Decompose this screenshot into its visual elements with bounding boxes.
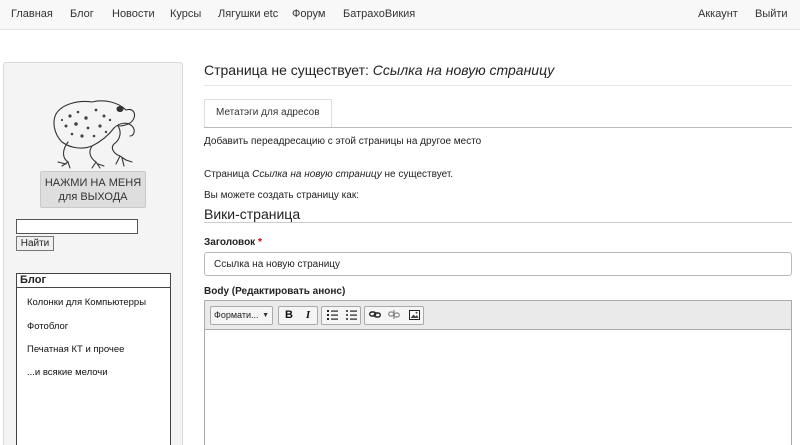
format-dropdown[interactable]: Формати... ▼: [210, 306, 273, 325]
notexist-prefix: Страница: [204, 169, 253, 180]
editor-toolbar: Формати... ▼ B I: [205, 301, 791, 330]
nav-logout[interactable]: Выйти: [755, 8, 788, 20]
blog-block-title: Блог: [17, 274, 170, 288]
title-field-label: Заголовок *: [204, 237, 262, 248]
body-field-label: Body (Редактировать анонс): [204, 286, 346, 297]
blog-link-computerra[interactable]: Колонки для Компьютерры: [27, 297, 146, 308]
title-label-text: Заголовок: [204, 237, 256, 248]
nav-account[interactable]: Аккаунт: [698, 8, 738, 20]
dropdown-caret-icon: ▼: [262, 312, 269, 319]
link-icon[interactable]: [366, 307, 384, 324]
nav-batrachowiki[interactable]: БатрахоВикия: [343, 8, 415, 20]
format-dropdown-label: Формати...: [214, 310, 259, 320]
page-title-link: Ссылка на новую страницу: [372, 62, 555, 78]
text-style-group: B I: [278, 306, 318, 325]
wiki-page-heading: Вики-страница: [204, 206, 301, 222]
unlink-icon[interactable]: [385, 307, 403, 324]
notexist-link: Ссылка на новую страницу: [252, 169, 382, 180]
tab-divider: [204, 127, 792, 128]
nav-blog[interactable]: Блог: [70, 8, 94, 20]
exit-button[interactable]: НАЖМИ НА МЕНЯ для ВЫХОДА: [40, 171, 146, 208]
insert-group: [364, 306, 424, 325]
bullet-list-icon[interactable]: [342, 307, 360, 324]
numbered-list-icon[interactable]: [323, 307, 341, 324]
title-divider: [204, 85, 792, 86]
body-editor[interactable]: Формати... ▼ B I: [204, 300, 792, 445]
image-icon[interactable]: [405, 307, 423, 324]
top-navigation-bar: Главная Блог Новости Курсы Лягушки etc Ф…: [0, 0, 800, 30]
search-input[interactable]: [16, 219, 138, 234]
frog-logo: [53, 100, 136, 169]
nav-forum[interactable]: Форум: [292, 8, 325, 20]
page-title: Страница не существует: Ссылка на новую …: [204, 62, 554, 78]
sidebar: НАЖМИ НА МЕНЯ для ВЫХОДА Найти Блог Коло…: [3, 62, 183, 445]
notexist-suffix: не существует.: [381, 169, 454, 180]
page-not-exist-message: Страница Ссылка на новую страницу не сущ…: [204, 169, 453, 180]
add-redirect-link[interactable]: Добавить переадресацию с этой страницы н…: [204, 136, 481, 147]
blog-link-misc[interactable]: ...и всякие мелочи: [27, 367, 108, 378]
create-as-text: Вы можете создать страницу как:: [204, 190, 359, 201]
blog-link-photoblog[interactable]: Фотоблог: [27, 321, 68, 332]
exit-button-line1: НАЖМИ НА МЕНЯ: [44, 177, 142, 189]
exit-button-line2: для ВЫХОДА: [58, 191, 128, 203]
section-divider: [204, 222, 792, 223]
required-mark: *: [257, 237, 262, 248]
tab-metatags[interactable]: Метатэги для адресов: [204, 99, 332, 127]
title-input[interactable]: Ссылка на новую страницу: [204, 252, 792, 276]
blog-block: Блог Колонки для Компьютерры Фотоблог Пе…: [16, 273, 171, 445]
italic-icon[interactable]: I: [299, 307, 317, 324]
bold-icon[interactable]: B: [280, 307, 298, 324]
list-group: [321, 306, 361, 325]
page-title-prefix: Страница не существует:: [204, 62, 373, 78]
nav-frogs[interactable]: Лягушки etc: [218, 8, 278, 20]
nav-news[interactable]: Новости: [112, 8, 155, 20]
blog-link-print[interactable]: Печатная КТ и прочее: [27, 344, 124, 355]
nav-home[interactable]: Главная: [11, 8, 53, 20]
search-button[interactable]: Найти: [16, 236, 54, 251]
nav-courses[interactable]: Курсы: [170, 8, 201, 20]
